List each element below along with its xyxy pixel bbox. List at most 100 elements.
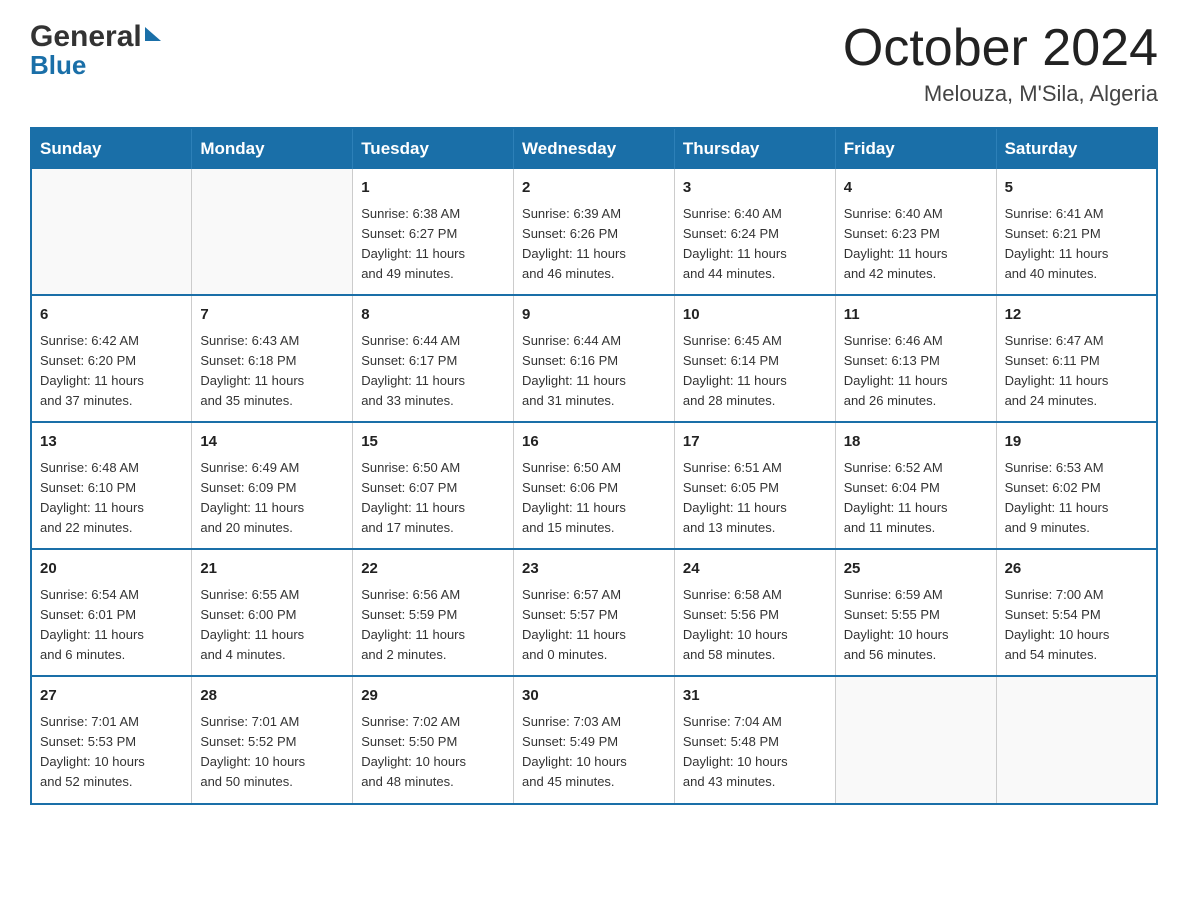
calendar-cell-w5-d6 (835, 676, 996, 803)
day-number: 27 (40, 685, 183, 708)
day-info: Sunrise: 6:47 AMSunset: 6:11 PMDaylight:… (1005, 331, 1148, 412)
calendar-cell-w5-d4: 30 Sunrise: 7:03 AMSunset: 5:49 PMDayligh… (514, 676, 675, 803)
calendar-cell-w4-d7: 26Sunrise: 7:00 AMSunset: 5:54 PMDayligh… (996, 549, 1157, 676)
day-number: 13 (40, 431, 183, 454)
calendar-cell-w1-d4: 2 Sunrise: 6:39 AMSunset: 6:26 PMDaylight… (514, 169, 675, 295)
calendar-cell-w4-d6: 25 Sunrise: 6:59 AMSunset: 5:55 PMDayligh… (835, 549, 996, 676)
week-row-4: 20 Sunrise: 6:54 AMSunset: 6:01 PMDayligh… (31, 549, 1157, 676)
day-number: 7 (200, 304, 344, 327)
calendar-cell-w3-d5: 17 Sunrise: 6:51 AMSunset: 6:05 PMDayligh… (674, 422, 835, 549)
day-info: Sunrise: 6:55 AMSunset: 6:00 PMDaylight:… (200, 585, 344, 666)
day-info: Sunrise: 6:48 AMSunset: 6:10 PMDaylight:… (40, 458, 183, 539)
week-row-3: 13 Sunrise: 6:48 AMSunset: 6:10 PMDayligh… (31, 422, 1157, 549)
calendar-cell-w3-d3: 15 Sunrise: 6:50 AMSunset: 6:07 PMDayligh… (353, 422, 514, 549)
day-number: 30 (522, 685, 666, 708)
calendar-cell-w1-d6: 4Sunrise: 6:40 AMSunset: 6:23 PMDaylight… (835, 169, 996, 295)
calendar-cell-w5-d2: 28Sunrise: 7:01 AMSunset: 5:52 PMDayligh… (192, 676, 353, 803)
logo-blue-text: Blue (30, 50, 86, 81)
day-info: Sunrise: 7:01 AMSunset: 5:53 PMDaylight:… (40, 712, 183, 793)
day-number: 31 (683, 685, 827, 708)
calendar-cell-w2-d2: 7 Sunrise: 6:43 AMSunset: 6:18 PMDaylight… (192, 295, 353, 422)
day-number: 25 (844, 558, 988, 581)
day-number: 3 (683, 177, 827, 200)
day-info: Sunrise: 6:44 AMSunset: 6:17 PMDaylight:… (361, 331, 505, 412)
page-header: General Blue October 2024 Melouza, M'Sil… (30, 20, 1158, 107)
calendar-table: SundayMondayTuesdayWednesdayThursdayFrid… (30, 127, 1158, 804)
day-number: 2 (522, 177, 666, 200)
calendar-cell-w3-d2: 14 Sunrise: 6:49 AMSunset: 6:09 PMDayligh… (192, 422, 353, 549)
logo-general-text: General (30, 20, 142, 54)
logo-arrow-icon (145, 27, 161, 41)
calendar-cell-w3-d6: 18 Sunrise: 6:52 AMSunset: 6:04 PMDayligh… (835, 422, 996, 549)
week-row-1: 1 Sunrise: 6:38 AMSunset: 6:27 PMDaylight… (31, 169, 1157, 295)
calendar-cell-w5-d7 (996, 676, 1157, 803)
calendar-cell-w2-d7: 12 Sunrise: 6:47 AMSunset: 6:11 PMDayligh… (996, 295, 1157, 422)
calendar-header: SundayMondayTuesdayWednesdayThursdayFrid… (31, 128, 1157, 169)
header-saturday: Saturday (996, 128, 1157, 169)
day-number: 1 (361, 177, 505, 200)
calendar-cell-w1-d5: 3 Sunrise: 6:40 AMSunset: 6:24 PMDaylight… (674, 169, 835, 295)
day-number: 18 (844, 431, 988, 454)
day-number: 15 (361, 431, 505, 454)
calendar-body: 1 Sunrise: 6:38 AMSunset: 6:27 PMDaylight… (31, 169, 1157, 803)
calendar-cell-w5-d5: 31Sunrise: 7:04 AMSunset: 5:48 PMDayligh… (674, 676, 835, 803)
day-info: Sunrise: 6:50 AMSunset: 6:06 PMDaylight:… (522, 458, 666, 539)
day-number: 24 (683, 558, 827, 581)
day-info: Sunrise: 6:49 AMSunset: 6:09 PMDaylight:… (200, 458, 344, 539)
day-number: 17 (683, 431, 827, 454)
day-info: Sunrise: 6:40 AMSunset: 6:24 PMDaylight:… (683, 204, 827, 285)
week-row-5: 27 Sunrise: 7:01 AMSunset: 5:53 PMDayligh… (31, 676, 1157, 803)
calendar-cell-w4-d1: 20 Sunrise: 6:54 AMSunset: 6:01 PMDayligh… (31, 549, 192, 676)
day-number: 9 (522, 304, 666, 327)
calendar-cell-w4-d2: 21 Sunrise: 6:55 AMSunset: 6:00 PMDayligh… (192, 549, 353, 676)
day-number: 16 (522, 431, 666, 454)
header-monday: Monday (192, 128, 353, 169)
month-title: October 2024 (843, 20, 1158, 77)
day-number: 6 (40, 304, 183, 327)
title-block: October 2024 Melouza, M'Sila, Algeria (843, 20, 1158, 107)
day-number: 21 (200, 558, 344, 581)
calendar-cell-w2-d6: 11Sunrise: 6:46 AMSunset: 6:13 PMDayligh… (835, 295, 996, 422)
day-number: 20 (40, 558, 183, 581)
day-info: Sunrise: 7:00 AMSunset: 5:54 PMDaylight:… (1005, 585, 1148, 666)
calendar-cell-w2-d1: 6 Sunrise: 6:42 AMSunset: 6:20 PMDaylight… (31, 295, 192, 422)
day-number: 29 (361, 685, 505, 708)
day-info: Sunrise: 6:50 AMSunset: 6:07 PMDaylight:… (361, 458, 505, 539)
day-info: Sunrise: 7:01 AMSunset: 5:52 PMDaylight:… (200, 712, 344, 793)
day-number: 22 (361, 558, 505, 581)
day-info: Sunrise: 6:58 AMSunset: 5:56 PMDaylight:… (683, 585, 827, 666)
calendar-cell-w4-d3: 22Sunrise: 6:56 AMSunset: 5:59 PMDayligh… (353, 549, 514, 676)
day-number: 5 (1005, 177, 1148, 200)
day-info: Sunrise: 6:42 AMSunset: 6:20 PMDaylight:… (40, 331, 183, 412)
day-number: 12 (1005, 304, 1148, 327)
day-info: Sunrise: 6:57 AMSunset: 5:57 PMDaylight:… (522, 585, 666, 666)
calendar-cell-w2-d4: 9Sunrise: 6:44 AMSunset: 6:16 PMDaylight… (514, 295, 675, 422)
calendar-cell-w3-d7: 19 Sunrise: 6:53 AMSunset: 6:02 PMDayligh… (996, 422, 1157, 549)
calendar-cell-w2-d3: 8Sunrise: 6:44 AMSunset: 6:17 PMDaylight… (353, 295, 514, 422)
day-number: 19 (1005, 431, 1148, 454)
header-tuesday: Tuesday (353, 128, 514, 169)
day-info: Sunrise: 6:38 AMSunset: 6:27 PMDaylight:… (361, 204, 505, 285)
day-info: Sunrise: 6:59 AMSunset: 5:55 PMDaylight:… (844, 585, 988, 666)
calendar-cell-w4-d4: 23Sunrise: 6:57 AMSunset: 5:57 PMDayligh… (514, 549, 675, 676)
header-friday: Friday (835, 128, 996, 169)
calendar-cell-w4-d5: 24 Sunrise: 6:58 AMSunset: 5:56 PMDayligh… (674, 549, 835, 676)
day-info: Sunrise: 6:51 AMSunset: 6:05 PMDaylight:… (683, 458, 827, 539)
calendar-cell-w5-d3: 29Sunrise: 7:02 AMSunset: 5:50 PMDayligh… (353, 676, 514, 803)
day-number: 14 (200, 431, 344, 454)
calendar-cell-w2-d5: 10Sunrise: 6:45 AMSunset: 6:14 PMDayligh… (674, 295, 835, 422)
week-row-2: 6 Sunrise: 6:42 AMSunset: 6:20 PMDaylight… (31, 295, 1157, 422)
day-info: Sunrise: 7:03 AMSunset: 5:49 PMDaylight:… (522, 712, 666, 793)
header-thursday: Thursday (674, 128, 835, 169)
calendar-cell-w1-d1 (31, 169, 192, 295)
location-text: Melouza, M'Sila, Algeria (843, 81, 1158, 107)
day-number: 4 (844, 177, 988, 200)
day-info: Sunrise: 6:52 AMSunset: 6:04 PMDaylight:… (844, 458, 988, 539)
day-info: Sunrise: 6:54 AMSunset: 6:01 PMDaylight:… (40, 585, 183, 666)
day-info: Sunrise: 6:43 AMSunset: 6:18 PMDaylight:… (200, 331, 344, 412)
day-info: Sunrise: 6:53 AMSunset: 6:02 PMDaylight:… (1005, 458, 1148, 539)
day-info: Sunrise: 6:39 AMSunset: 6:26 PMDaylight:… (522, 204, 666, 285)
day-info: Sunrise: 6:45 AMSunset: 6:14 PMDaylight:… (683, 331, 827, 412)
day-info: Sunrise: 6:46 AMSunset: 6:13 PMDaylight:… (844, 331, 988, 412)
calendar-cell-w3-d4: 16 Sunrise: 6:50 AMSunset: 6:06 PMDayligh… (514, 422, 675, 549)
